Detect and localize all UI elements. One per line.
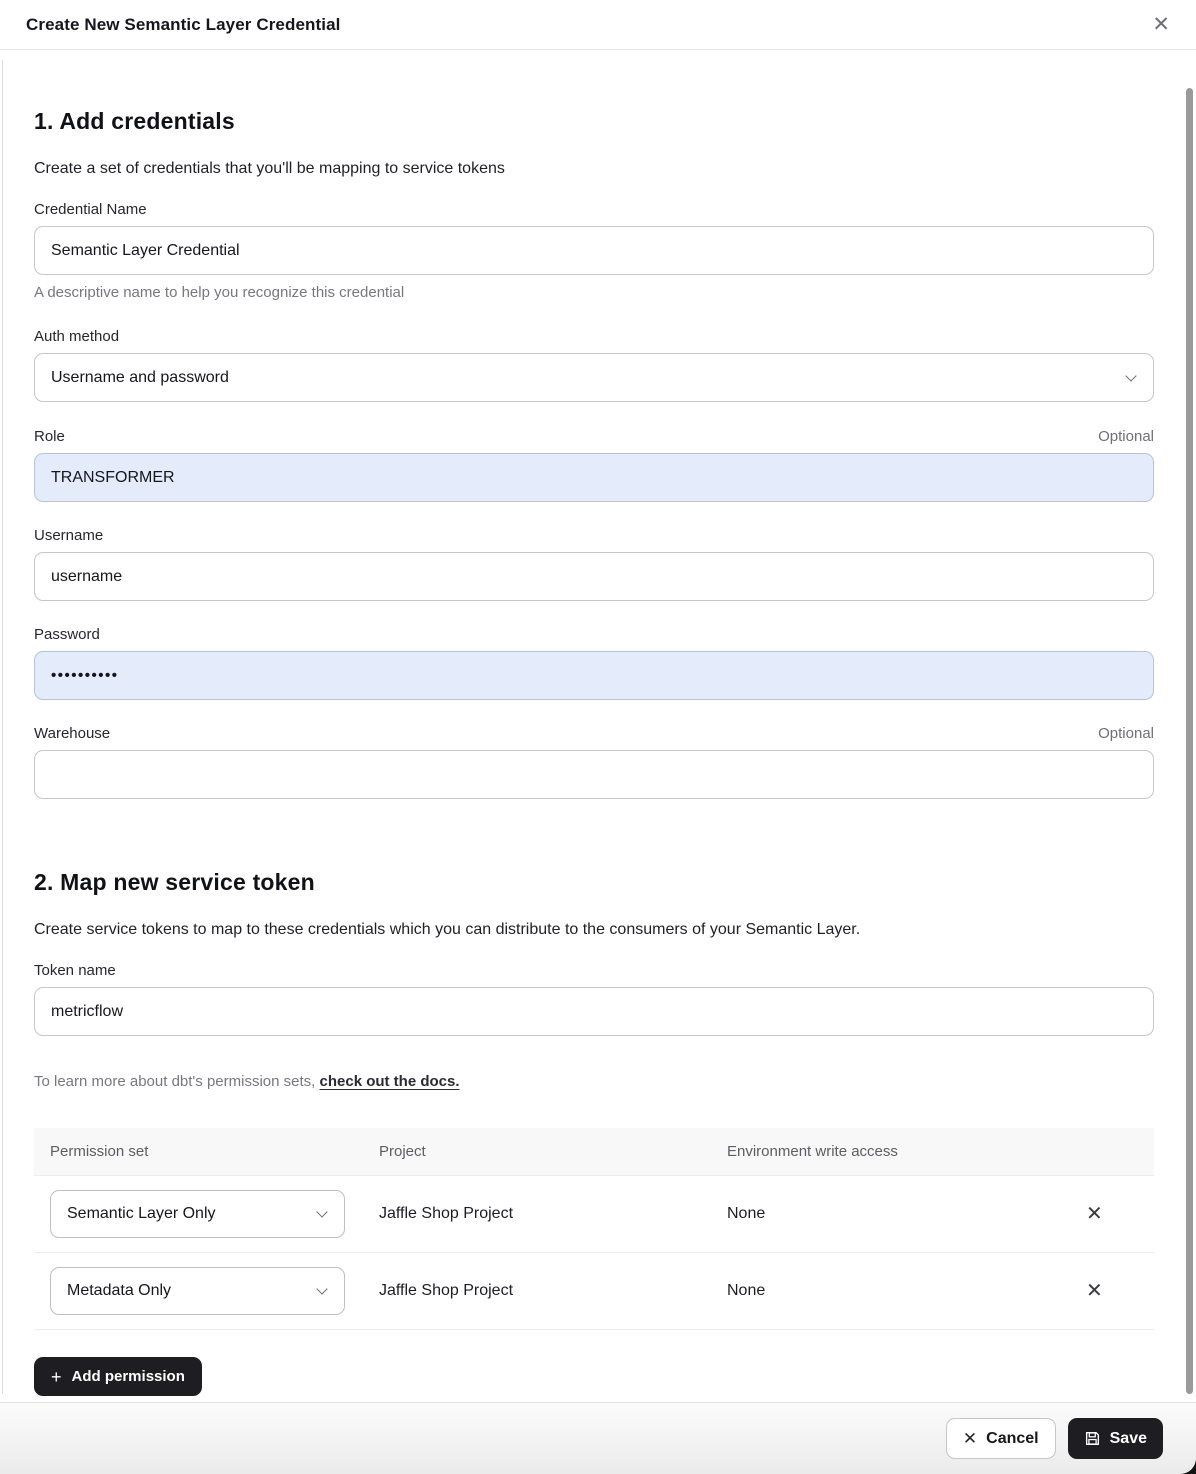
username-input[interactable] [34, 552, 1154, 601]
section-description-map-service-token: Create service tokens to map to these cr… [34, 921, 1154, 939]
close-icon[interactable]: ✕ [1148, 10, 1174, 39]
section-description-add-credentials: Create a set of credentials that you'll … [34, 160, 1154, 178]
auth-method-label: Auth method [34, 328, 119, 345]
warehouse-field: Warehouse Optional [34, 725, 1154, 799]
chevron-down-icon [1125, 370, 1136, 381]
plus-icon: + [51, 1368, 62, 1386]
save-floppy-icon [1084, 1430, 1101, 1447]
token-name-field: Token name [34, 962, 1154, 1036]
password-label: Password [34, 626, 100, 643]
permission-set-select[interactable]: Semantic Layer Only [50, 1190, 345, 1238]
auth-method-selected-value: Username and password [51, 369, 229, 387]
warehouse-input[interactable] [34, 750, 1154, 799]
create-credential-modal: Create New Semantic Layer Credential ✕ 1… [0, 0, 1196, 1474]
modal-header: Create New Semantic Layer Credential ✕ [0, 0, 1196, 50]
token-name-input[interactable] [34, 987, 1154, 1036]
permission-set-selected-value: Semantic Layer Only [67, 1205, 216, 1223]
section-heading-add-credentials: 1. Add credentials [34, 108, 1154, 135]
docs-link[interactable]: check out the docs. [320, 1073, 460, 1090]
role-label: Role [34, 428, 65, 445]
password-input[interactable] [34, 651, 1154, 700]
column-header-environment-write-access: Environment write access [727, 1143, 1080, 1160]
environment-write-access-cell: None [727, 1205, 1080, 1223]
permissions-table: Permission set Project Environment write… [34, 1128, 1154, 1330]
permission-docs-note-text: To learn more about dbt's permission set… [34, 1073, 320, 1090]
section-heading-map-service-token: 2. Map new service token [34, 869, 1154, 896]
remove-permission-icon[interactable]: ✕ [1080, 1277, 1109, 1305]
cancel-x-icon: ✕ [963, 1429, 977, 1449]
modal-scroll-area: 1. Add credentials Create a set of crede… [0, 50, 1196, 1402]
auth-method-field: Auth method Username and password [34, 328, 1154, 402]
project-cell: Jaffle Shop Project [379, 1205, 727, 1223]
permission-docs-note: To learn more about dbt's permission set… [34, 1073, 1154, 1090]
modal-footer: ✕ Cancel Save [0, 1402, 1196, 1474]
modal-title: Create New Semantic Layer Credential [26, 15, 340, 35]
token-name-label: Token name [34, 962, 116, 979]
role-optional-tag: Optional [1098, 428, 1154, 445]
cancel-label: Cancel [986, 1430, 1038, 1448]
warehouse-optional-tag: Optional [1098, 725, 1154, 742]
permission-set-selected-value: Metadata Only [67, 1282, 171, 1300]
password-field: Password [34, 626, 1154, 700]
remove-permission-icon[interactable]: ✕ [1080, 1200, 1109, 1228]
role-input[interactable] [34, 453, 1154, 502]
credential-name-helper: A descriptive name to help you recognize… [34, 284, 1154, 301]
warehouse-label: Warehouse [34, 725, 110, 742]
project-cell: Jaffle Shop Project [379, 1282, 727, 1300]
chevron-down-icon [316, 1283, 327, 1294]
credential-name-input[interactable] [34, 226, 1154, 275]
column-header-project: Project [379, 1143, 727, 1160]
column-header-permission-set: Permission set [50, 1143, 379, 1160]
environment-write-access-cell: None [727, 1282, 1080, 1300]
add-permission-label: Add permission [72, 1368, 185, 1385]
username-label: Username [34, 527, 103, 544]
auth-method-select[interactable]: Username and password [34, 353, 1154, 402]
username-field: Username [34, 527, 1154, 601]
chevron-down-icon [316, 1206, 327, 1217]
scrollbar[interactable] [1186, 88, 1193, 1394]
save-button[interactable]: Save [1068, 1418, 1163, 1459]
permission-row: Semantic Layer Only Jaffle Shop Project … [34, 1176, 1154, 1253]
cancel-button[interactable]: ✕ Cancel [946, 1418, 1056, 1459]
credential-name-label: Credential Name [34, 201, 147, 218]
permission-set-select[interactable]: Metadata Only [50, 1267, 345, 1315]
role-field: Role Optional [34, 428, 1154, 502]
add-permission-button[interactable]: + Add permission [34, 1357, 202, 1396]
credential-name-field: Credential Name A descriptive name to he… [34, 201, 1154, 301]
save-label: Save [1110, 1430, 1147, 1448]
permissions-table-header: Permission set Project Environment write… [34, 1128, 1154, 1176]
permission-row: Metadata Only Jaffle Shop Project None ✕ [34, 1253, 1154, 1330]
